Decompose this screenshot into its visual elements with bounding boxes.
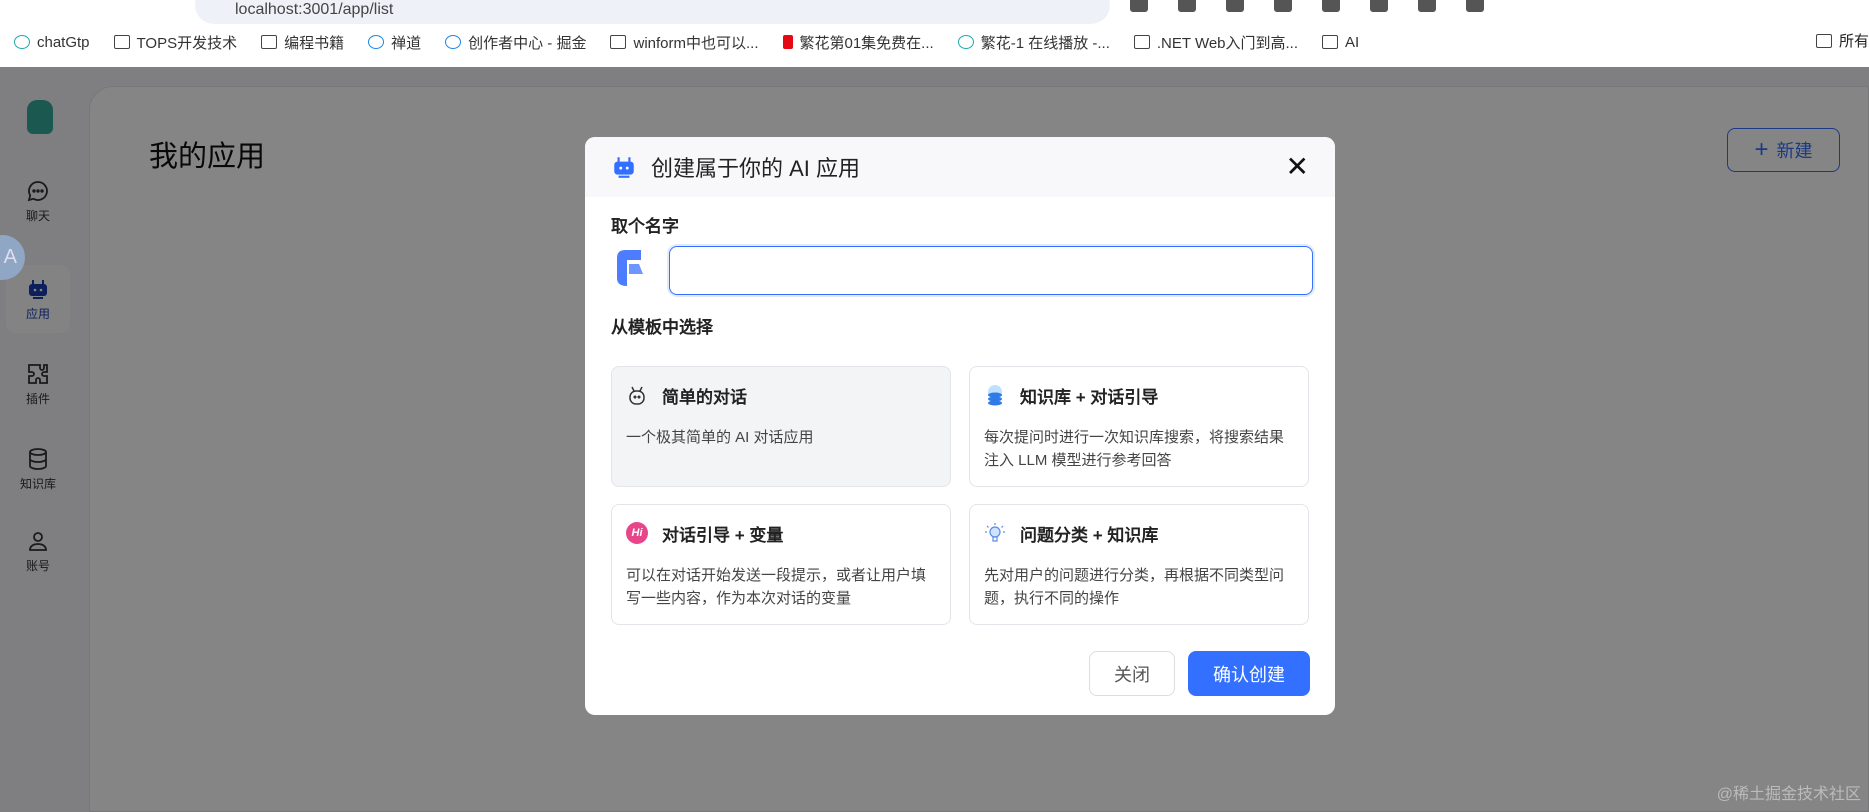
template-title: 问题分类 + 知识库: [1020, 525, 1159, 545]
zentao-icon: [368, 35, 385, 49]
url-text: localhost:3001/app/list: [235, 1, 394, 18]
folder-icon: [1322, 35, 1339, 49]
dialog-header: 创建属于你的 AI 应用 ✕: [585, 137, 1335, 197]
folder-icon: [113, 35, 130, 49]
bookmark-label: 所有: [1838, 33, 1869, 50]
bookmark-label: AI: [1345, 33, 1360, 51]
hi-badge-icon: Hi: [626, 522, 648, 544]
bookmark[interactable]: AI: [1322, 34, 1359, 51]
bookmark[interactable]: winform中也可以...: [610, 32, 759, 53]
site-icon: [610, 35, 627, 49]
bookmark-label: .NET Web入门到高...: [1156, 34, 1299, 52]
bookmark-label: 创作者中心 - 掘金: [468, 34, 587, 52]
folder-icon: [261, 35, 278, 49]
bookmark[interactable]: 繁花-1 在线播放 -...: [957, 32, 1110, 53]
template-desc: 每次提问时进行一次知识库搜索，将搜索结果注入 LLM 模型进行参考回答: [984, 429, 1285, 469]
dialog-title: 创建属于你的 AI 应用: [651, 156, 861, 181]
juejin-icon: [445, 35, 462, 49]
robot-face-icon: [626, 384, 648, 406]
template-label: 从模板中选择: [611, 318, 713, 337]
bookmark-label: 禅道: [391, 34, 422, 52]
bookmark-label: chatGtp: [37, 33, 90, 51]
bookmark-label: 繁花-1 在线播放 -...: [980, 34, 1110, 52]
address-bar[interactable]: localhost:3001/app/list: [195, 0, 1110, 24]
close-icon[interactable]: ✕: [1286, 153, 1309, 181]
create-app-dialog: 创建属于你的 AI 应用 ✕ 取个名字 从模板中选择 简单的对话 一个极其简单的…: [585, 137, 1335, 715]
template-title: 简单的对话: [662, 387, 747, 407]
watermark: @稀土掘金技术社区: [1716, 786, 1861, 803]
template-card-classify-knowledge[interactable]: 问题分类 + 知识库 先对用户的问题进行分类，再根据不同类型问题，执行不同的操作: [969, 504, 1309, 625]
template-desc: 先对用户的问题进行分类，再根据不同类型问题，执行不同的操作: [984, 567, 1285, 607]
database-cloud-icon: [984, 384, 1006, 406]
cancel-button[interactable]: 关闭: [1089, 651, 1175, 696]
name-label: 取个名字: [611, 217, 679, 236]
extension-icons: [1130, 0, 1484, 16]
lightbulb-icon: [984, 522, 1006, 544]
folder-icon: [1815, 33, 1832, 48]
openai-icon: [14, 35, 30, 49]
bookmark[interactable]: 禅道: [368, 32, 421, 53]
template-title: 对话引导 + 变量: [662, 525, 784, 545]
template-card-guide-variables[interactable]: Hi 对话引导 + 变量 可以在对话开始发送一段提示，或者让用户填写一些内容，作为…: [611, 504, 951, 625]
site-icon: [1133, 35, 1150, 49]
template-title: 知识库 + 对话引导: [1020, 387, 1159, 407]
robot-icon: [614, 157, 634, 178]
template-desc: 一个极其简单的 AI 对话应用: [626, 429, 814, 446]
template-card-knowledge-guide[interactable]: 知识库 + 对话引导 每次提问时进行一次知识库搜索，将搜索结果注入 LLM 模型…: [969, 366, 1309, 487]
bookmark[interactable]: 繁花第01集免费在...: [782, 32, 934, 53]
bookmark[interactable]: chatGtp: [14, 34, 90, 51]
bookmark[interactable]: TOPS开发技术: [113, 32, 238, 53]
bookmark-label: winform中也可以...: [633, 34, 759, 52]
app-avatar[interactable]: [615, 248, 645, 288]
template-card-simple-chat[interactable]: 简单的对话 一个极其简单的 AI 对话应用: [611, 366, 951, 487]
netflix-icon: [782, 35, 793, 49]
all-bookmarks[interactable]: 所有: [1815, 30, 1869, 51]
template-desc: 可以在对话开始发送一段提示，或者让用户填写一些内容，作为本次对话的变量: [626, 567, 927, 607]
app-name-input[interactable]: [669, 246, 1313, 295]
bookmark[interactable]: 创作者中心 - 掘金: [445, 32, 586, 53]
bookmark-label: 编程书籍: [284, 34, 345, 52]
browser-chrome: localhost:3001/app/list chatGtp TOPS开发技术…: [0, 0, 1869, 67]
confirm-create-button[interactable]: 确认创建: [1188, 651, 1310, 696]
bookmark-label: 繁花第01集免费在...: [799, 34, 934, 52]
bookmark-label: TOPS开发技术: [136, 34, 238, 52]
site-icon: [957, 35, 974, 49]
bookmark[interactable]: 编程书籍: [261, 32, 344, 53]
bookmarks-bar: chatGtp TOPS开发技术 编程书籍 禅道 创作者中心 - 掘金 winf…: [14, 30, 1359, 54]
bookmark[interactable]: .NET Web入门到高...: [1133, 32, 1299, 53]
